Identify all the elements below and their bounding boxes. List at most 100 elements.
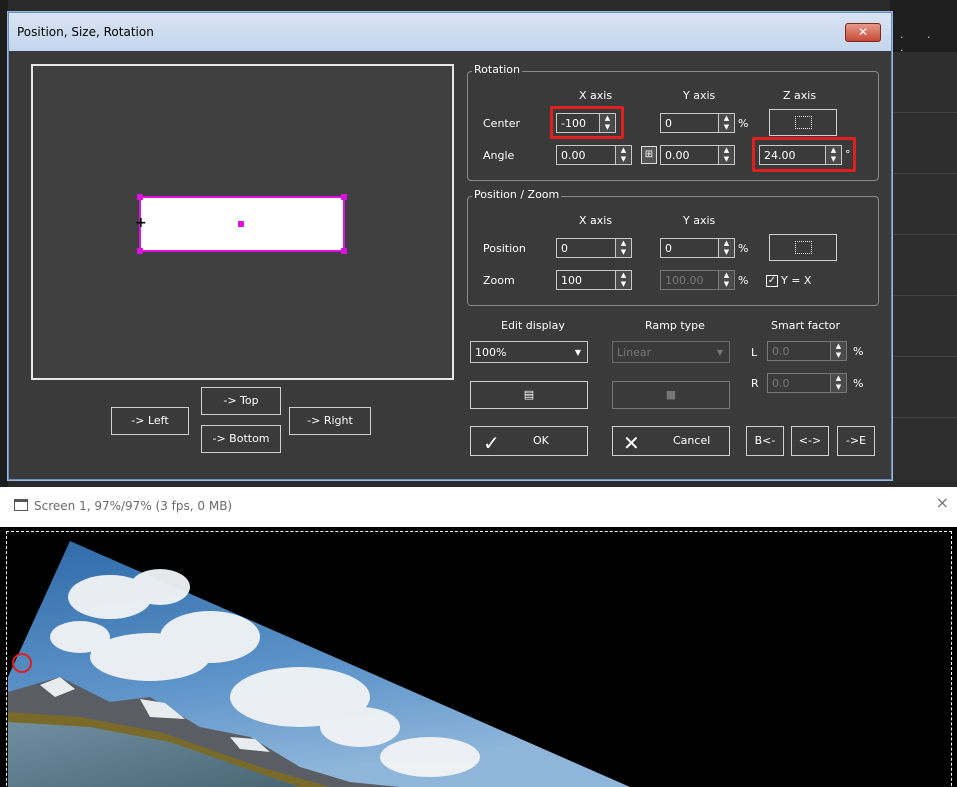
set-end-button[interactable]: ->E	[837, 426, 875, 456]
zoom-x-stepper[interactable]: ▲ ▼	[615, 271, 631, 289]
up-arrow-icon[interactable]: ▲	[719, 239, 734, 248]
down-arrow-icon[interactable]: ▼	[616, 248, 631, 257]
center-y-field[interactable]: 0 ▲ ▼	[660, 113, 735, 133]
cancel-label: Cancel	[673, 434, 711, 447]
background-panel-row	[892, 357, 957, 418]
up-arrow-icon[interactable]: ▲	[616, 271, 631, 280]
move-left-label: -> Left	[131, 414, 169, 427]
link-angles-icon[interactable]: ⊞	[641, 146, 657, 164]
rotation-z-axis-header: Z axis	[783, 89, 817, 102]
down-arrow-icon[interactable]: ▼	[616, 155, 631, 164]
edit-display-select[interactable]: 100% ▼	[470, 341, 588, 363]
chevron-down-icon: ▼	[716, 348, 723, 357]
paste-button[interactable]: ■	[612, 381, 730, 409]
edit-display-value: 100%	[475, 346, 507, 359]
smart-factor-l-stepper[interactable]: ▲ ▼	[830, 342, 846, 360]
position-y-stepper[interactable]: ▲ ▼	[718, 239, 734, 257]
background-left-edge	[0, 0, 8, 487]
position-x-stepper[interactable]: ▲ ▼	[615, 239, 631, 257]
rotation-y-axis-header: Y axis	[683, 89, 716, 102]
preview-canvas[interactable]: +	[31, 64, 454, 380]
down-arrow-icon[interactable]: ▼	[719, 123, 734, 132]
angle-x-field[interactable]: 0.00 ▲ ▼	[556, 145, 632, 165]
copy-button[interactable]: ▤	[470, 381, 588, 409]
window-icon	[14, 499, 28, 511]
angle-label: Angle	[483, 149, 515, 162]
move-top-button[interactable]: -> Top	[201, 387, 281, 415]
up-arrow-icon[interactable]: ▲	[616, 239, 631, 248]
set-both-button[interactable]: <->	[791, 426, 829, 456]
angle-y-field[interactable]: 0.00 ▲ ▼	[660, 145, 735, 165]
smart-factor-r-stepper[interactable]: ▲ ▼	[830, 374, 846, 392]
move-bottom-button[interactable]: -> Bottom	[201, 425, 281, 453]
up-arrow-icon[interactable]: ▲	[616, 146, 631, 155]
background-panel-row	[892, 296, 957, 357]
y-equals-x-label: Y = X	[781, 274, 812, 287]
edit-display-label: Edit display	[501, 319, 565, 332]
ramp-type-select[interactable]: Linear ▼	[612, 341, 730, 363]
resize-handle-bottom-right[interactable]	[341, 248, 347, 254]
move-bottom-label: -> Bottom	[212, 432, 270, 445]
zoom-y-field[interactable]: 100.00 ▲ ▼	[660, 270, 735, 290]
up-arrow-icon[interactable]: ▲	[719, 146, 734, 155]
dotted-square-icon	[795, 241, 812, 254]
up-arrow-icon[interactable]: ▲	[831, 374, 846, 383]
position-zoom-group-label: Position / Zoom	[472, 188, 562, 201]
rotation-center-crosshair-icon[interactable]: +	[135, 216, 147, 230]
resize-handle-bottom-left[interactable]	[137, 248, 143, 254]
up-arrow-icon[interactable]: ▲	[719, 114, 734, 123]
screen-canvas[interactable]	[0, 527, 957, 787]
smart-factor-l-value: 0.0	[772, 345, 790, 358]
center-y-stepper[interactable]: ▲ ▼	[718, 114, 734, 132]
rotation-group-label: Rotation	[472, 63, 523, 76]
smart-factor-l-field[interactable]: 0.0 ▲ ▼	[767, 341, 847, 361]
move-top-label: -> Top	[223, 394, 259, 407]
dialog-body: + -> Left -> Top -> Bottom -> Right Rota…	[17, 51, 883, 473]
smart-factor-label: Smart factor	[771, 319, 840, 332]
y-equals-x-checkbox[interactable]: ✓	[766, 275, 778, 287]
down-arrow-icon[interactable]: ▼	[719, 280, 734, 289]
set-begin-button[interactable]: B<-	[746, 426, 784, 456]
move-left-button[interactable]: -> Left	[111, 407, 189, 435]
position-x-axis-header: X axis	[579, 214, 613, 227]
angle-x-value: 0.00	[561, 149, 586, 162]
dialog-titlebar[interactable]: Position, Size, Rotation ✕	[9, 13, 891, 51]
zoom-x-field[interactable]: 100 ▲ ▼	[556, 270, 632, 290]
zoom-y-stepper[interactable]: ▲ ▼	[718, 271, 734, 289]
move-right-label: -> Right	[307, 414, 353, 427]
checkmark-icon: ✓	[483, 431, 500, 455]
position-x-field[interactable]: 0 ▲ ▼	[556, 238, 632, 258]
rotation-x-axis-header: X axis	[579, 89, 613, 102]
smart-factor-r-field[interactable]: 0.0 ▲ ▼	[767, 373, 847, 393]
resize-handle-top-left[interactable]	[137, 194, 143, 200]
position-picker[interactable]	[769, 234, 837, 261]
up-arrow-icon[interactable]: ▲	[719, 271, 734, 280]
smart-factor-r-unit: %	[853, 377, 864, 390]
up-arrow-icon[interactable]: ▲	[831, 342, 846, 351]
zoom-unit: %	[738, 274, 749, 287]
app-root: . . . Position, Size, Rotation ✕ + -> Le…	[0, 0, 957, 787]
resize-handle-top-right[interactable]	[341, 194, 347, 200]
rotation-center-marker	[12, 653, 32, 673]
preview-object-rectangle[interactable]	[137, 194, 347, 254]
ramp-type-label: Ramp type	[645, 319, 705, 332]
position-y-field[interactable]: 0 ▲ ▼	[660, 238, 735, 258]
down-arrow-icon[interactable]: ▼	[831, 351, 846, 360]
down-arrow-icon[interactable]: ▼	[719, 155, 734, 164]
center-handle[interactable]	[238, 221, 244, 227]
down-arrow-icon[interactable]: ▼	[616, 280, 631, 289]
set-end-label: ->E	[845, 434, 867, 447]
ok-button[interactable]: ✓ OK	[470, 426, 588, 456]
position-y-axis-header: Y axis	[683, 214, 716, 227]
down-arrow-icon[interactable]: ▼	[831, 383, 846, 392]
close-button[interactable]: ✕	[845, 23, 881, 42]
angle-y-stepper[interactable]: ▲ ▼	[718, 146, 734, 164]
cancel-button[interactable]: ✕ Cancel	[612, 426, 730, 456]
down-arrow-icon[interactable]: ▼	[719, 248, 734, 257]
angle-x-stepper[interactable]: ▲ ▼	[615, 146, 631, 164]
close-icon[interactable]: ×	[936, 493, 949, 512]
smart-factor-r-label: R	[751, 377, 759, 390]
move-right-button[interactable]: -> Right	[289, 407, 371, 435]
angle-z-highlight	[752, 137, 856, 172]
center-z-picker[interactable]	[769, 109, 837, 136]
